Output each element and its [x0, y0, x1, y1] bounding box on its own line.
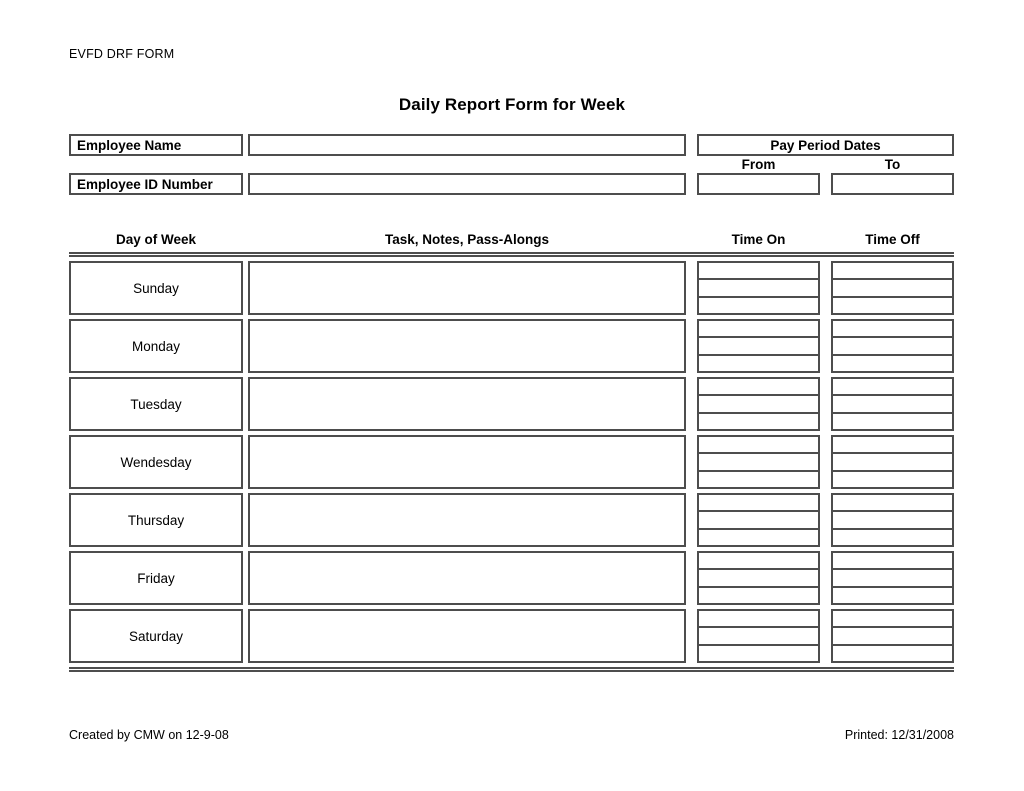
column-header-day-of-week: Day of Week — [115, 232, 197, 247]
time-off-entry[interactable] — [833, 454, 952, 472]
time-off-cell — [831, 261, 954, 315]
time-on-entry[interactable] — [699, 338, 818, 356]
time-off-entry[interactable] — [833, 298, 952, 313]
time-on-cell — [697, 319, 820, 373]
form-page: EVFD DRF FORM Daily Report Form for Week… — [0, 0, 1024, 791]
employee-name-input[interactable] — [248, 134, 686, 156]
time-off-entry[interactable] — [833, 263, 952, 281]
time-off-entry[interactable] — [833, 472, 952, 487]
time-on-entry[interactable] — [699, 611, 818, 629]
employee-name-label: Employee Name — [69, 134, 243, 156]
pay-period-to-input[interactable] — [831, 173, 954, 195]
page-title: Daily Report Form for Week — [398, 95, 626, 114]
table-row: Tuesday — [0, 377, 1024, 435]
table-row: Wendesday — [0, 435, 1024, 493]
time-on-entry[interactable] — [699, 321, 818, 339]
time-on-entry[interactable] — [699, 437, 818, 455]
table-row: Thursday — [0, 493, 1024, 551]
time-off-entry[interactable] — [833, 414, 952, 429]
time-off-cell — [831, 493, 954, 547]
day-label-cell: Sunday — [69, 261, 243, 315]
day-label-cell: Thursday — [69, 493, 243, 547]
time-on-entry[interactable] — [699, 454, 818, 472]
employee-id-input[interactable] — [248, 173, 686, 195]
day-label-cell: Monday — [69, 319, 243, 373]
time-off-entry[interactable] — [833, 570, 952, 588]
time-off-entry[interactable] — [833, 530, 952, 545]
task-notes-input[interactable] — [248, 609, 686, 663]
time-off-cell — [831, 551, 954, 605]
pay-period-from-input[interactable] — [697, 173, 820, 195]
time-on-entry[interactable] — [699, 472, 818, 487]
time-off-entry[interactable] — [833, 321, 952, 339]
time-on-entry[interactable] — [699, 646, 818, 661]
time-on-entry[interactable] — [699, 570, 818, 588]
time-off-entry[interactable] — [833, 611, 952, 629]
day-label-cell: Wendesday — [69, 435, 243, 489]
time-off-entry[interactable] — [833, 356, 952, 371]
task-notes-input[interactable] — [248, 435, 686, 489]
time-on-entry[interactable] — [699, 396, 818, 414]
pay-period-from-label: From — [741, 157, 776, 172]
time-on-cell — [697, 493, 820, 547]
time-on-entry[interactable] — [699, 379, 818, 397]
time-on-entry[interactable] — [699, 530, 818, 545]
time-off-cell — [831, 435, 954, 489]
day-label-cell: Saturday — [69, 609, 243, 663]
form-code: EVFD DRF FORM — [69, 47, 175, 61]
column-header-time-off: Time Off — [865, 232, 920, 247]
task-notes-input[interactable] — [248, 319, 686, 373]
time-on-entry[interactable] — [699, 512, 818, 530]
time-off-entry[interactable] — [833, 396, 952, 414]
table-row: Saturday — [0, 609, 1024, 667]
time-off-entry[interactable] — [833, 628, 952, 646]
time-on-cell — [697, 377, 820, 431]
task-notes-input[interactable] — [248, 261, 686, 315]
time-on-entry[interactable] — [699, 280, 818, 298]
time-off-entry[interactable] — [833, 379, 952, 397]
time-on-entry[interactable] — [699, 553, 818, 571]
time-off-entry[interactable] — [833, 495, 952, 513]
pay-period-to-label: To — [884, 157, 901, 172]
task-notes-input[interactable] — [248, 551, 686, 605]
pay-period-dates-header: Pay Period Dates — [697, 134, 954, 156]
column-header-time-on: Time On — [731, 232, 786, 247]
day-label-cell: Tuesday — [69, 377, 243, 431]
time-on-cell — [697, 261, 820, 315]
table-row: Friday — [0, 551, 1024, 609]
time-on-entry[interactable] — [699, 628, 818, 646]
time-on-cell — [697, 435, 820, 489]
task-notes-input[interactable] — [248, 377, 686, 431]
table-row: Monday — [0, 319, 1024, 377]
footer-printed-date: Printed: 12/31/2008 — [844, 728, 954, 742]
time-off-entry[interactable] — [833, 437, 952, 455]
footer-created-by: Created by CMW on 12-9-08 — [69, 728, 229, 742]
table-bottom-rule — [69, 667, 954, 672]
time-off-entry[interactable] — [833, 338, 952, 356]
time-on-entry[interactable] — [699, 588, 818, 603]
time-on-cell — [697, 551, 820, 605]
time-on-entry[interactable] — [699, 356, 818, 371]
time-off-cell — [831, 377, 954, 431]
time-off-entry[interactable] — [833, 512, 952, 530]
column-header-task-notes: Task, Notes, Pass-Alongs — [384, 232, 550, 247]
time-off-entry[interactable] — [833, 280, 952, 298]
time-on-entry[interactable] — [699, 263, 818, 281]
time-off-entry[interactable] — [833, 646, 952, 661]
time-on-entry[interactable] — [699, 414, 818, 429]
time-off-cell — [831, 609, 954, 663]
time-on-entry[interactable] — [699, 298, 818, 313]
table-top-rule — [69, 252, 954, 257]
day-label-cell: Friday — [69, 551, 243, 605]
task-notes-input[interactable] — [248, 493, 686, 547]
time-off-entry[interactable] — [833, 553, 952, 571]
employee-id-label: Employee ID Number — [69, 173, 243, 195]
time-off-entry[interactable] — [833, 588, 952, 603]
time-on-entry[interactable] — [699, 495, 818, 513]
time-on-cell — [697, 609, 820, 663]
table-body: Sunday Monday Tuesday Wendesday Thursday Frid… — [0, 261, 1024, 667]
time-off-cell — [831, 319, 954, 373]
table-row: Sunday — [0, 261, 1024, 319]
